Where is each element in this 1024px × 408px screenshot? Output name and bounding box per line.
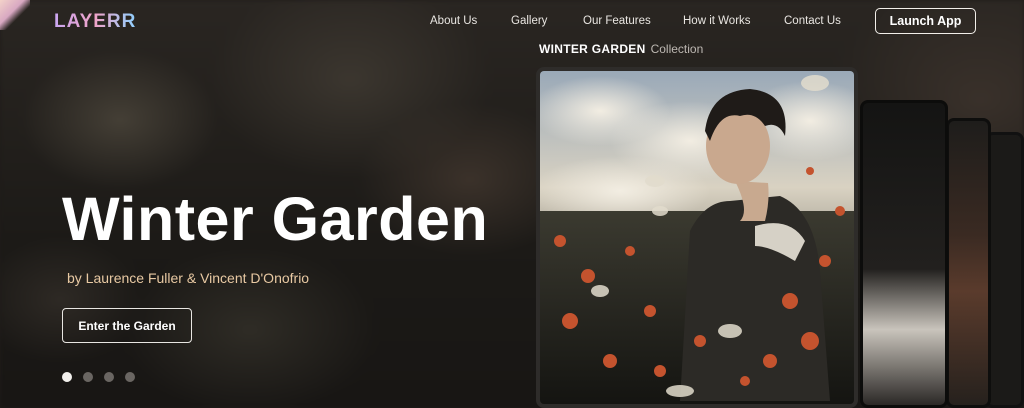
hero-title: Winter Garden: [62, 185, 489, 253]
nav-link-gallery[interactable]: Gallery: [511, 15, 547, 27]
nav-link-our-features[interactable]: Our Features: [583, 15, 651, 27]
collection-suffix: Collection: [650, 42, 704, 56]
featured-artwork: [540, 71, 854, 404]
top-navigation: LAYERR About Us Gallery Our Features How…: [0, 0, 1024, 44]
collection-card-2[interactable]: [860, 100, 948, 408]
collection-name: WINTER GARDEN: [539, 42, 646, 56]
slide-dot-3[interactable]: [104, 372, 114, 382]
slide-dot-1[interactable]: [62, 372, 72, 382]
collection-card-3[interactable]: [946, 118, 991, 408]
slide-indicator: [62, 372, 135, 382]
launch-app-button[interactable]: Launch App: [875, 8, 976, 34]
logo[interactable]: LAYERR: [54, 11, 136, 33]
slide-dot-4[interactable]: [125, 372, 135, 382]
hero-subtitle: by Laurence Fuller & Vincent D'Onofrio: [67, 270, 310, 286]
nav-link-how-it-works[interactable]: How it Works: [683, 15, 751, 27]
collection-label: WINTER GARDEN Collection: [539, 42, 703, 56]
slide-dot-2[interactable]: [83, 372, 93, 382]
nav-link-contact-us[interactable]: Contact Us: [784, 15, 841, 27]
collection-card-featured[interactable]: [536, 67, 858, 408]
nav-link-about-us[interactable]: About Us: [430, 15, 477, 27]
enter-garden-button[interactable]: Enter the Garden: [62, 308, 192, 343]
